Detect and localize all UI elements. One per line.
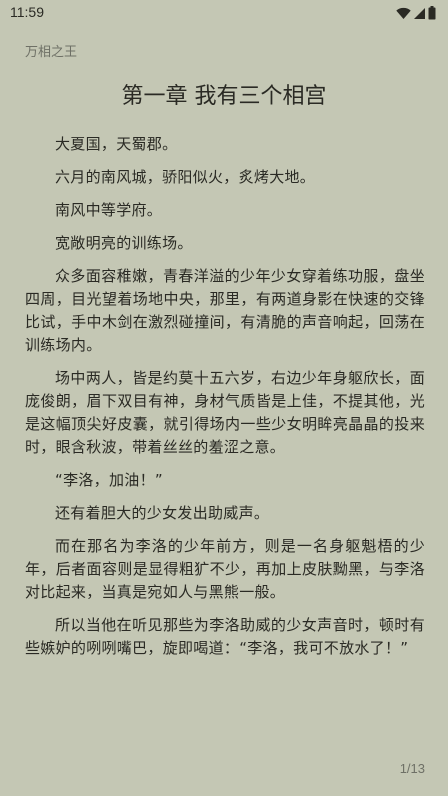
paragraph: 所以当他在听见那些为李洛助威的少女声音时，顿时有些嫉妒的咧咧嘴巴，旋即喝道：“李… bbox=[25, 616, 425, 657]
paragraph: 宽敞明亮的训练场。 bbox=[55, 234, 193, 252]
paragraph: “李洛，加油！” bbox=[55, 471, 163, 489]
book-title: 万相之王 bbox=[25, 45, 78, 60]
status-time: 11:59 bbox=[10, 4, 44, 20]
paragraph: 六月的南风城，骄阳似火，炙烤大地。 bbox=[55, 168, 316, 186]
paragraph: 南风中等学府。 bbox=[55, 201, 163, 219]
status-icons bbox=[396, 6, 436, 20]
chapter-content[interactable]: 大夏国，天蜀郡。 六月的南风城，骄阳似火，炙烤大地。 南风中等学府。 宽敞明亮的… bbox=[25, 133, 425, 670]
status-bar: 11:59 bbox=[0, 0, 448, 26]
page-indicator: 1/13 bbox=[399, 761, 425, 776]
wifi-icon bbox=[396, 7, 411, 20]
cellular-signal-icon bbox=[413, 7, 426, 20]
paragraph: 大夏国，天蜀郡。 bbox=[55, 135, 178, 153]
paragraph: 众多面容稚嫩，青春洋溢的少年少女穿着练功服，盘坐四周，目光望着场地中央，那里，有… bbox=[25, 267, 425, 354]
chapter-title: 第一章 我有三个相宫 bbox=[121, 84, 327, 109]
paragraph: 而在那名为李洛的少年前方，则是一名身躯魁梧的少年，后者面容则是显得粗犷不少，再加… bbox=[25, 537, 425, 601]
battery-icon bbox=[428, 6, 436, 20]
paragraph: 场中两人，皆是约莫十五六岁，右边少年身躯欣长，面庞俊朗，眉下双目有神，身材气质皆… bbox=[25, 369, 425, 456]
paragraph: 还有着胆大的少女发出助威声。 bbox=[55, 504, 270, 522]
